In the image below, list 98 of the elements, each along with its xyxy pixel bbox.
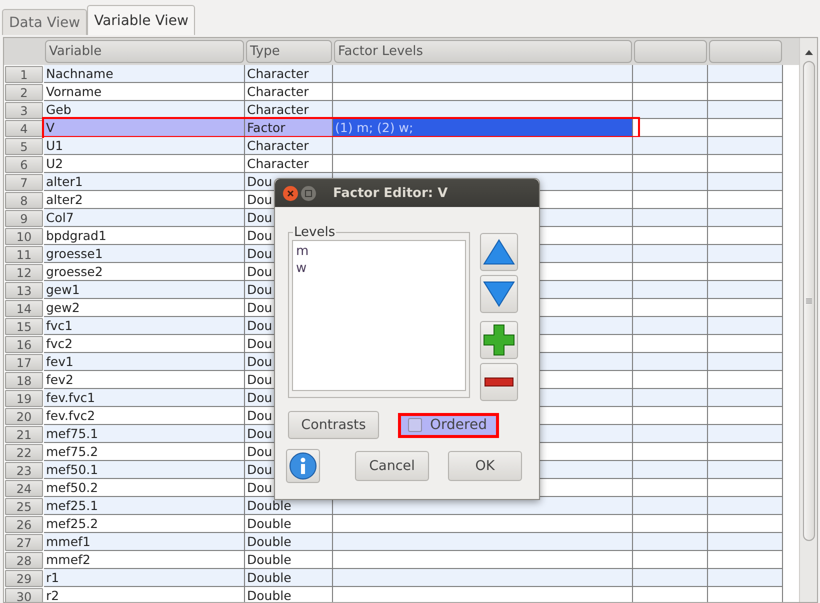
table-cell: mmef1 bbox=[44, 533, 245, 551]
table-cell: fev2 bbox=[44, 371, 245, 389]
table-cell: groesse1 bbox=[44, 245, 245, 263]
minimize-icon[interactable] bbox=[301, 186, 316, 200]
move-down-button[interactable] bbox=[480, 275, 518, 313]
table-cell: U1 bbox=[44, 137, 245, 155]
column-header[interactable]: Type bbox=[246, 40, 332, 63]
table-cell: mef75.2 bbox=[44, 443, 245, 461]
row-number[interactable]: 6 bbox=[5, 156, 43, 173]
row-number[interactable]: 10 bbox=[5, 228, 43, 245]
triangle-down-icon bbox=[483, 281, 515, 307]
tab[interactable]: Variable View bbox=[87, 5, 196, 35]
row-number[interactable]: 25 bbox=[5, 498, 43, 515]
levels-list[interactable]: m w bbox=[292, 240, 466, 391]
table-cell: Character bbox=[245, 65, 333, 83]
table-cell: U2 bbox=[44, 155, 245, 173]
table-cell: (1) m; (2) w; bbox=[333, 119, 633, 137]
row-number[interactable]: 12 bbox=[5, 264, 43, 281]
scrollbar-thumb[interactable] bbox=[802, 61, 814, 541]
table-cell: bpdgrad1 bbox=[44, 227, 245, 245]
table-cell: alter1 bbox=[44, 173, 245, 191]
row-number[interactable]: 5 bbox=[5, 138, 43, 155]
table-cell: mef50.1 bbox=[44, 461, 245, 479]
table-cell: Character bbox=[245, 137, 333, 155]
table-cell: Double bbox=[245, 533, 333, 551]
row-number[interactable]: 13 bbox=[5, 282, 43, 299]
table-cell: r1 bbox=[44, 569, 245, 587]
info-button[interactable] bbox=[286, 449, 320, 483]
table-cell: fvc2 bbox=[44, 335, 245, 353]
row-number[interactable]: 16 bbox=[5, 336, 43, 353]
row-number[interactable]: 8 bbox=[5, 192, 43, 209]
table-cell: mef50.2 bbox=[44, 479, 245, 497]
table-cell: Col7 bbox=[44, 209, 245, 227]
add-button[interactable] bbox=[480, 321, 518, 359]
table-cell: fev1 bbox=[44, 353, 245, 371]
row-number[interactable]: 9 bbox=[5, 210, 43, 227]
row-number[interactable]: 21 bbox=[5, 426, 43, 443]
row-number[interactable]: 14 bbox=[5, 300, 43, 317]
table-cell: Vorname bbox=[44, 83, 245, 101]
table-cell: fev.fvc2 bbox=[44, 407, 245, 425]
minus-icon bbox=[484, 377, 514, 387]
info-icon bbox=[289, 452, 317, 480]
row-number[interactable]: 24 bbox=[5, 480, 43, 497]
checkbox[interactable] bbox=[408, 418, 422, 432]
table-cell: Character bbox=[245, 83, 333, 101]
table-cell: gew2 bbox=[44, 299, 245, 317]
triangle-up-icon bbox=[483, 239, 515, 265]
row-number[interactable]: 27 bbox=[5, 534, 43, 551]
table-cell: gew1 bbox=[44, 281, 245, 299]
row-number[interactable]: 28 bbox=[5, 552, 43, 569]
table-cell: Double bbox=[245, 551, 333, 569]
plus-icon bbox=[483, 324, 515, 356]
row-number[interactable]: 1 bbox=[5, 66, 43, 83]
cancel-button[interactable]: Cancel bbox=[355, 451, 429, 481]
table-cell: mef25.2 bbox=[44, 515, 245, 533]
row-number[interactable]: 3 bbox=[5, 102, 43, 119]
contrasts-button[interactable]: Contrasts bbox=[288, 411, 379, 439]
table-cell: groesse2 bbox=[44, 263, 245, 281]
move-up-button[interactable] bbox=[480, 233, 518, 271]
row-number[interactable]: 20 bbox=[5, 408, 43, 425]
ok-button[interactable]: OK bbox=[448, 451, 522, 481]
table-cell: mef75.1 bbox=[44, 425, 245, 443]
table-cell: Character bbox=[245, 155, 333, 173]
row-number[interactable]: 7 bbox=[5, 174, 43, 191]
row-number[interactable]: 2 bbox=[5, 84, 43, 101]
row-number[interactable]: 17 bbox=[5, 354, 43, 371]
table-cell: fvc1 bbox=[44, 317, 245, 335]
scroll-up-icon[interactable] bbox=[804, 50, 812, 55]
table-cell: mef25.1 bbox=[44, 497, 245, 515]
table-cell: r2 bbox=[44, 587, 245, 602]
row-number[interactable]: 26 bbox=[5, 516, 43, 533]
row-number[interactable]: 4 bbox=[5, 120, 43, 137]
row-number[interactable]: 19 bbox=[5, 390, 43, 407]
scrollbar[interactable] bbox=[799, 38, 817, 602]
close-icon[interactable] bbox=[283, 186, 298, 200]
row-number[interactable]: 29 bbox=[5, 570, 43, 587]
table-cell: Factor bbox=[245, 119, 333, 137]
table-cell: Double bbox=[245, 587, 333, 602]
column-header[interactable]: Variable bbox=[45, 40, 244, 63]
row-number[interactable]: 22 bbox=[5, 444, 43, 461]
column-header[interactable]: Factor Levels bbox=[334, 40, 632, 63]
row-number[interactable]: 23 bbox=[5, 462, 43, 479]
row-number[interactable]: 15 bbox=[5, 318, 43, 335]
table-cell: Double bbox=[245, 515, 333, 533]
table-cell: Nachname bbox=[44, 65, 245, 83]
checkbox-label: Ordered bbox=[430, 417, 487, 433]
row-number[interactable]: 11 bbox=[5, 246, 43, 263]
tab[interactable]: Data View bbox=[2, 9, 88, 35]
dialog-title: Factor Editor: V bbox=[333, 186, 448, 200]
remove-button[interactable] bbox=[480, 363, 518, 401]
table-cell: Double bbox=[245, 569, 333, 587]
table-cell: mmef2 bbox=[44, 551, 245, 569]
row-number[interactable]: 30 bbox=[5, 588, 43, 602]
table-cell: alter2 bbox=[44, 191, 245, 209]
table-cell: V bbox=[44, 119, 245, 137]
row-number[interactable]: 18 bbox=[5, 372, 43, 389]
ordered-checkbox[interactable]: Ordered bbox=[398, 412, 499, 438]
table-cell: fev.fvc1 bbox=[44, 389, 245, 407]
